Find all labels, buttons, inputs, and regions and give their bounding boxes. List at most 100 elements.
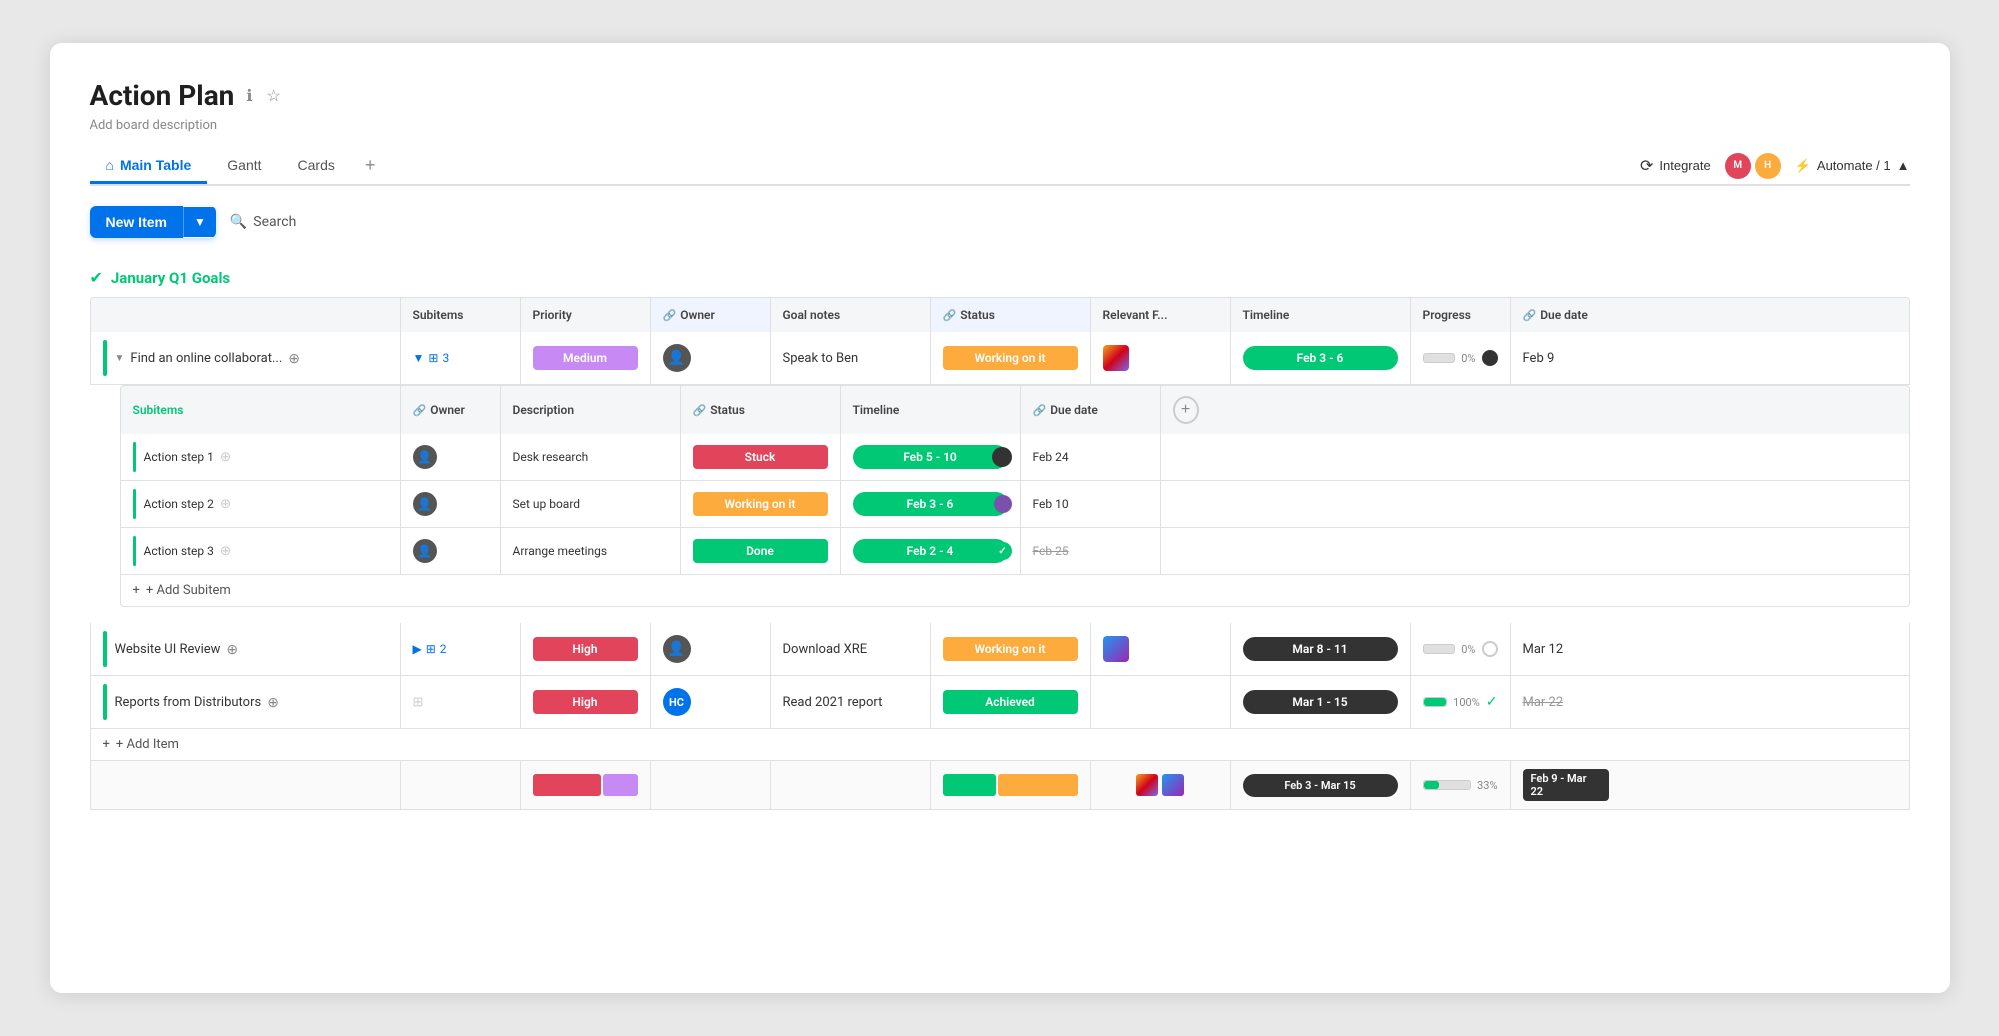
link-icon-due-date: 🔗 [1523, 309, 1537, 322]
info-icon[interactable]: ℹ [244, 84, 254, 108]
summary-cell-progress: 33% [1411, 761, 1511, 809]
subitem-row-1: Action step 1 ⊕ 👤 Desk research Stuck Fe… [120, 434, 1910, 481]
summary-cell-subitems [401, 761, 521, 809]
subitems-col-add[interactable]: + [1161, 386, 1211, 434]
link-icon-owner: 🔗 [663, 309, 677, 322]
sub-cell-status-1[interactable]: Stuck [681, 434, 841, 480]
row-accent-2 [103, 631, 107, 667]
automate-button[interactable]: ⚡ Automate / 1 ▲ [1795, 158, 1910, 174]
progress-container-3: 100% ✓ [1423, 694, 1498, 710]
cell-status-1[interactable]: Working on it [931, 332, 1091, 384]
add-subitem-button[interactable]: + + Add Subitem [120, 575, 1910, 607]
subitems-col-owner: 🔗 Owner [401, 386, 501, 434]
sub-cell-status-2[interactable]: Working on it [681, 481, 841, 527]
new-item-dropdown[interactable]: ▼ [183, 207, 216, 237]
add-item-label: + Add Item [116, 737, 179, 752]
status-chunk-working [998, 774, 1078, 796]
subitem-count-1[interactable]: ▼ ⊞ 3 [413, 351, 450, 365]
subitems-col-headers: Subitems 🔗 Owner Description 🔗 Status Ti… [120, 385, 1910, 434]
col-header-name [91, 298, 401, 332]
summary-cell-name [91, 761, 401, 809]
subitems-header-label: Subitems [121, 386, 401, 434]
priority-badge-3: High [533, 690, 638, 714]
sub-accent-1 [133, 442, 136, 472]
avatar-row-2: 👤 [663, 635, 691, 663]
progress-pct-1: 0% [1461, 352, 1475, 365]
sub-cell-extra-3 [1161, 528, 1211, 574]
sub-cell-name-2: Action step 2 ⊕ [121, 481, 401, 527]
cell-progress-2: 0% [1411, 623, 1511, 675]
tabs-right: ⟳ Integrate M H ⚡ Automate / 1 ▲ [1640, 153, 1910, 179]
link-icon-sub-status: 🔗 [693, 404, 707, 417]
tab-cards-label: Cards [298, 157, 335, 173]
tab-gantt[interactable]: Gantt [211, 149, 277, 184]
row-name-2: Website UI Review [115, 642, 221, 657]
subitem-count-2[interactable]: ▶ ⊞ 2 [413, 642, 447, 656]
subitems-col-status: 🔗 Status [681, 386, 841, 434]
integrate-label: Integrate [1659, 158, 1710, 173]
timeline-badge-1: Feb 3 - 6 [1243, 346, 1398, 370]
new-item-button[interactable]: New Item [90, 206, 183, 238]
add-item-button[interactable]: + + Add Item [90, 729, 1910, 761]
sub-add-3[interactable]: ⊕ [220, 543, 231, 559]
subitem-row-2: Action step 2 ⊕ 👤 Set up board Working o… [120, 481, 1910, 528]
tab-cards[interactable]: Cards [282, 149, 351, 184]
cell-priority-1[interactable]: Medium [521, 332, 651, 384]
sub-status-badge-3: Done [693, 539, 828, 563]
integrate-button[interactable]: ⟳ Integrate [1640, 156, 1711, 176]
summary-cell-timeline: Feb 3 - Mar 15 [1231, 761, 1411, 809]
cell-owner-3: HC [651, 676, 771, 728]
sub-add-2[interactable]: ⊕ [220, 496, 231, 512]
timeline-badge-2: Mar 8 - 11 [1243, 637, 1398, 661]
row-name-3: Reports from Distributors [115, 695, 262, 710]
add-to-row-3[interactable]: ⊕ [267, 694, 279, 711]
section-icon-1: ✔ [90, 268, 103, 287]
star-icon[interactable]: ☆ [264, 84, 282, 108]
col-header-subitems: Subitems [401, 298, 521, 332]
cell-name-1: ▼ Find an online collaborat... ⊕ [91, 332, 401, 384]
sub-timeline-dot-2 [994, 495, 1012, 513]
search-area[interactable]: 🔍 Search [230, 214, 296, 230]
sub-cell-extra-2 [1161, 481, 1211, 527]
subitem-icon-3: ⊞ [413, 695, 424, 710]
sub-add-1[interactable]: ⊕ [220, 449, 231, 465]
avatar-group: M H [1725, 153, 1781, 179]
summary-cell-status [931, 761, 1091, 809]
progress-bar-2 [1423, 644, 1456, 654]
add-subitem-label: + Add Subitem [146, 583, 231, 598]
cell-status-3[interactable]: Achieved [931, 676, 1091, 728]
sub-cell-status-3[interactable]: Done [681, 528, 841, 574]
cell-due-date-3: Mar 22 [1511, 676, 1621, 728]
link-icon-sub-due: 🔗 [1033, 404, 1047, 417]
sub-accent-2 [133, 489, 136, 519]
cell-priority-2[interactable]: High [521, 623, 651, 675]
sub-cell-due-3: Feb 25 [1021, 528, 1161, 574]
table-row-1: ▼ Find an online collaborat... ⊕ ▼ ⊞ 3 M… [90, 332, 1910, 385]
summary-progress-container: 33% [1423, 779, 1498, 792]
board-title: Action Plan [90, 79, 235, 112]
row-accent-3 [103, 684, 107, 720]
tab-main-table-label: Main Table [120, 157, 191, 173]
add-to-row-2[interactable]: ⊕ [226, 641, 238, 658]
cell-due-date-1: Feb 9 [1511, 332, 1621, 384]
cell-priority-3[interactable]: High [521, 676, 651, 728]
summary-timeline-badge: Feb 3 - Mar 15 [1243, 774, 1398, 797]
cell-relevant-f-3 [1091, 676, 1231, 728]
due-date-3-strikethrough: Mar 22 [1523, 695, 1564, 710]
summary-cell-notes [771, 761, 931, 809]
sub-avatar-1: 👤 [413, 445, 437, 469]
relevant-img-1 [1103, 345, 1129, 371]
sub-timeline-badge-3: Feb 2 - 4 ✓ [853, 539, 1008, 563]
cell-owner-2: 👤 [651, 623, 771, 675]
tab-main-table[interactable]: ⌂ Main Table [90, 149, 208, 184]
tab-add-button[interactable]: + [355, 147, 386, 184]
cell-name-2: Website UI Review ⊕ [91, 623, 401, 675]
board-header: Action Plan ℹ ☆ [90, 79, 1910, 112]
section-title-1[interactable]: January Q1 Goals [111, 269, 230, 287]
cell-relevant-f-1 [1091, 332, 1231, 384]
cell-status-2[interactable]: Working on it [931, 623, 1091, 675]
row-expand-icon-1[interactable]: ▼ [115, 353, 125, 364]
progress-container-2: 0% [1423, 641, 1498, 657]
add-col-button[interactable]: + [1173, 396, 1199, 424]
add-to-row-1[interactable]: ⊕ [288, 350, 300, 367]
